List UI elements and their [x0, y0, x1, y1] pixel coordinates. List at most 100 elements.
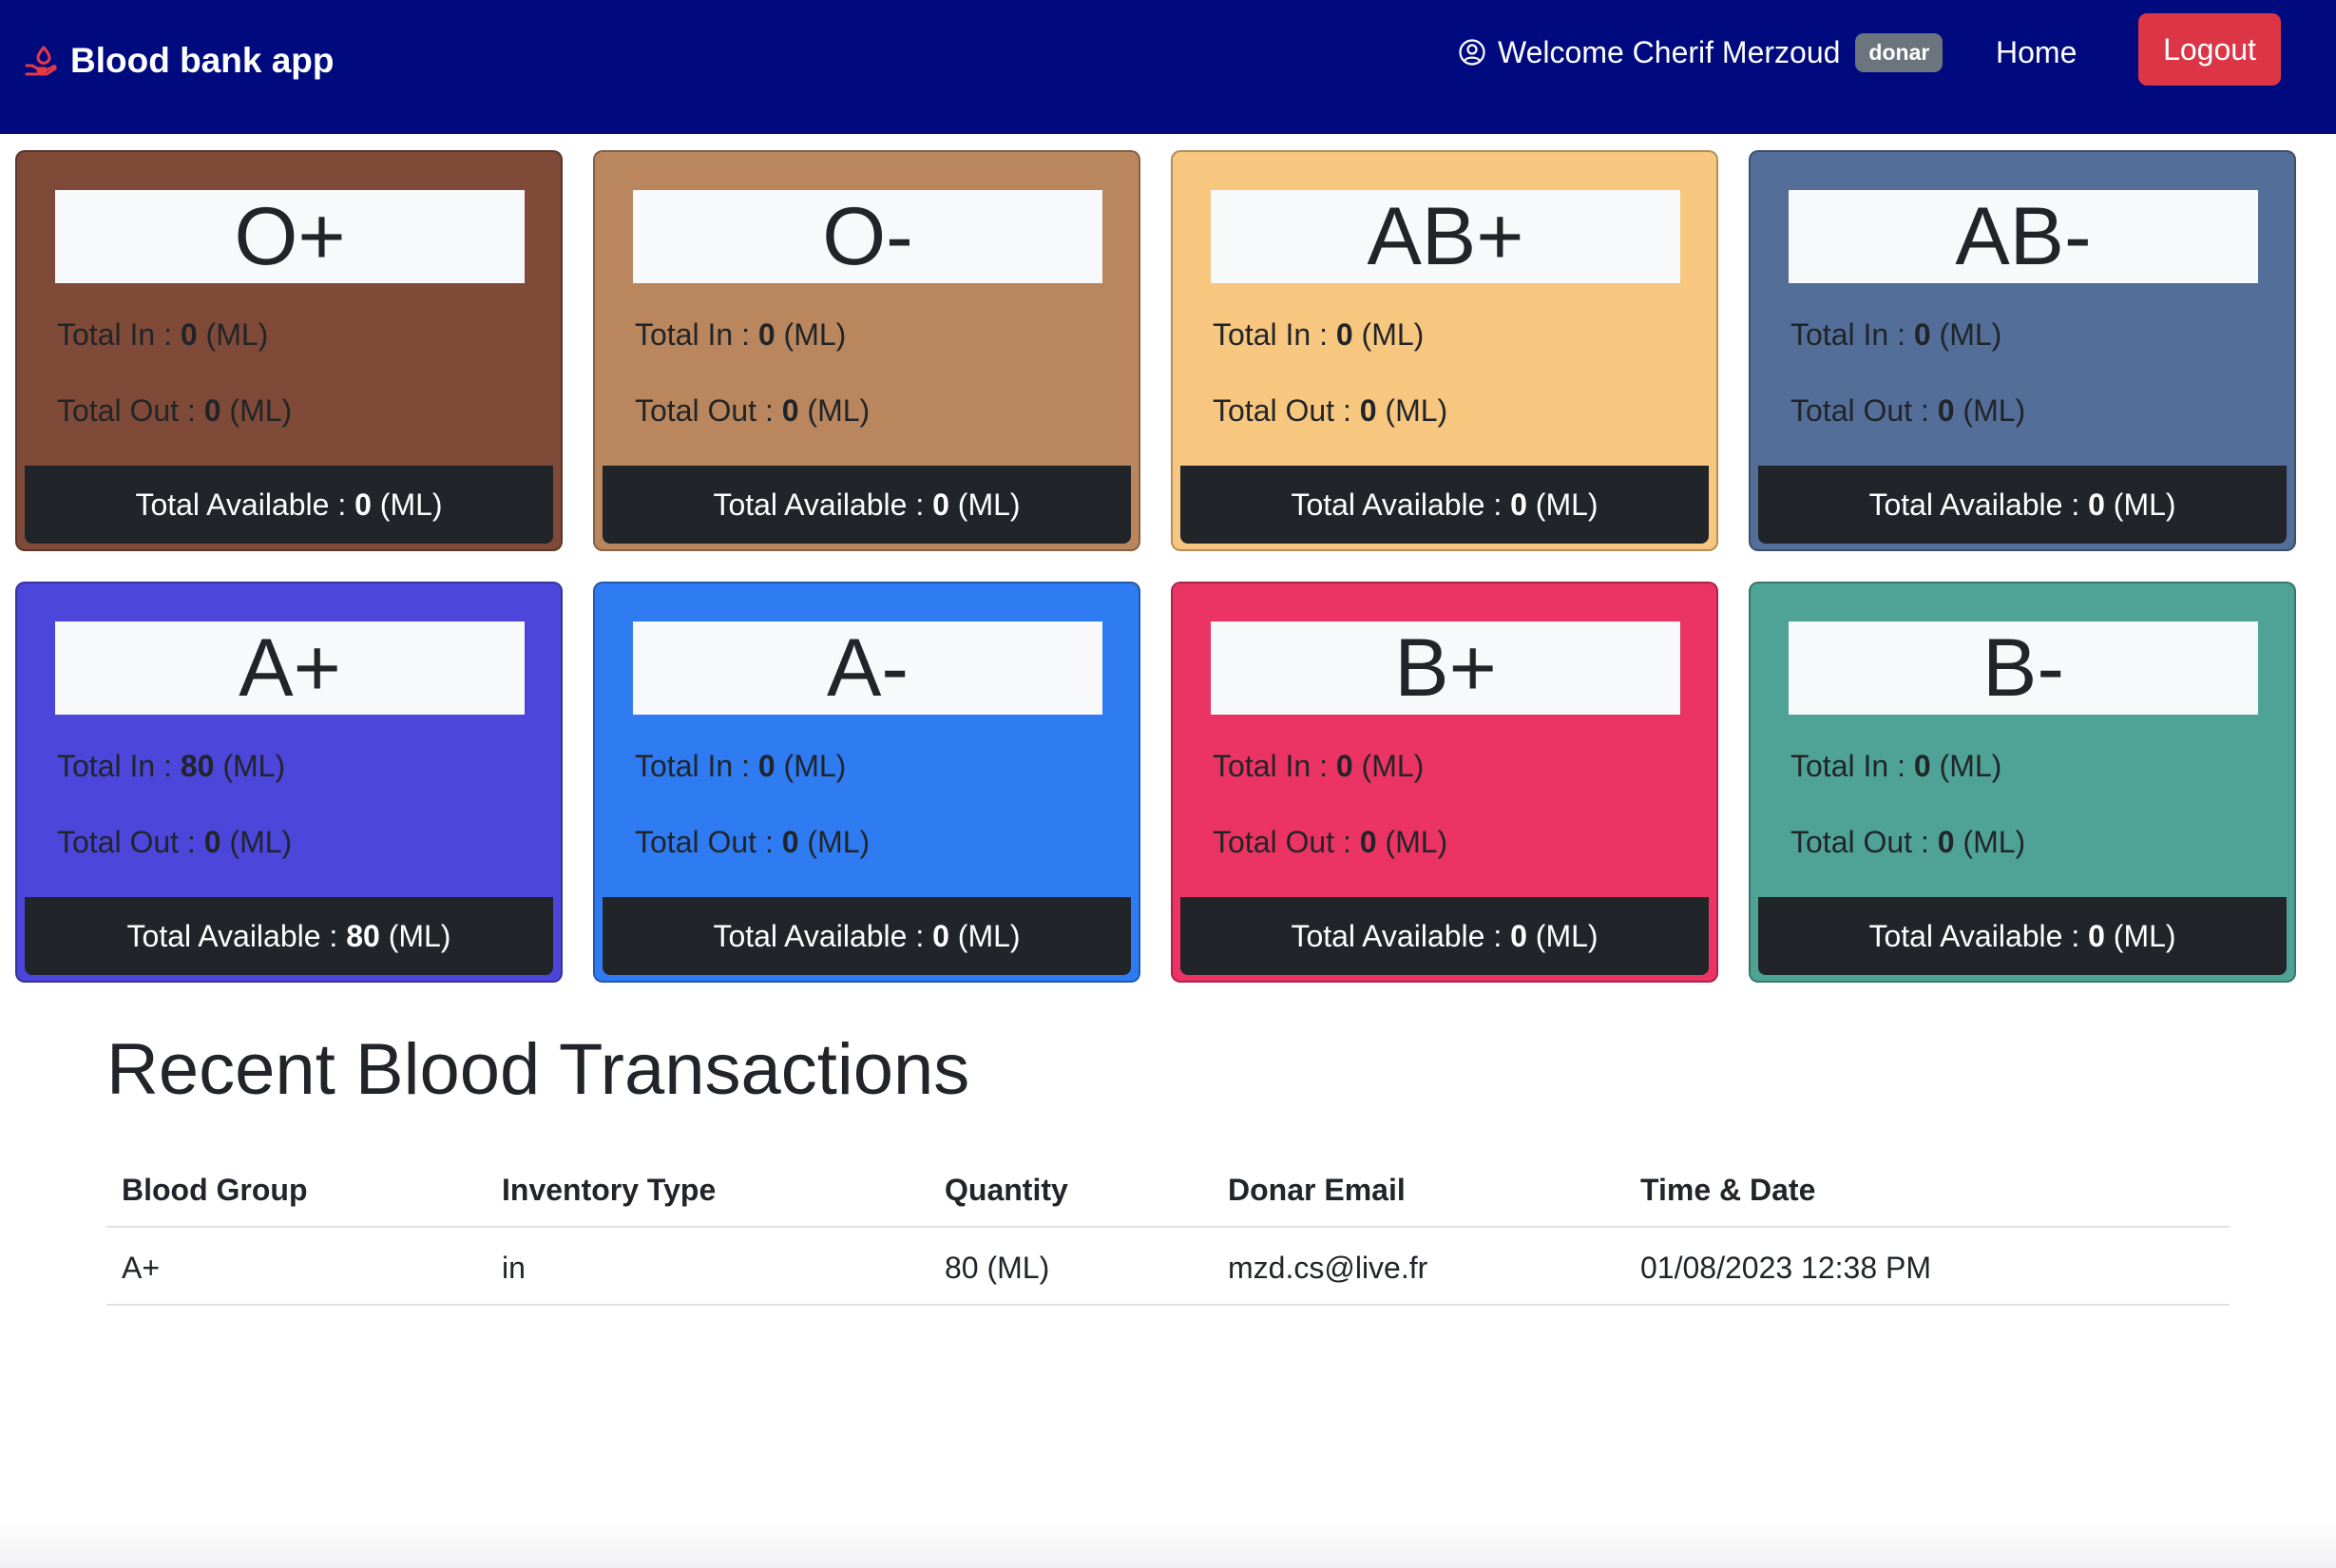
unit-label: (ML) [775, 317, 847, 352]
unit-label: (ML) [1376, 393, 1448, 428]
total-out: Total Out : 0 (ML) [1790, 393, 2025, 429]
total-in-label: Total In : [635, 317, 758, 352]
blood-group-card: B- Total In : 0 (ML) Total Out : 0 (ML) Tot… [1749, 582, 2296, 983]
nav-home-link[interactable]: Home [1996, 30, 2077, 74]
column-header: Inventory Type [502, 1173, 717, 1207]
blood-group-label: A+ [55, 621, 525, 715]
total-available-value: 0 [932, 487, 949, 522]
total-out-label: Total Out : [635, 393, 782, 428]
total-in-label: Total In : [635, 749, 758, 783]
total-in: Total In : 0 (ML) [635, 749, 846, 784]
welcome-user: Welcome Cherif Merzoud donar [1458, 30, 1943, 74]
blood-group-label: B- [1789, 621, 2258, 715]
column-header: Blood Group [122, 1173, 308, 1207]
total-out-label: Total Out : [57, 393, 204, 428]
unit-label: (ML) [1352, 749, 1425, 783]
total-in-value: 80 [180, 749, 215, 783]
total-in-label: Total In : [1213, 749, 1336, 783]
brand[interactable]: Blood bank app [25, 36, 335, 86]
total-in-value: 0 [180, 317, 198, 352]
total-in: Total In : 0 (ML) [1213, 317, 1424, 353]
blood-group-label: O+ [55, 190, 525, 283]
total-out-value: 0 [203, 825, 221, 859]
total-in-label: Total In : [1213, 317, 1336, 352]
unit-label: (ML) [197, 317, 269, 352]
total-out-label: Total Out : [1790, 393, 1938, 428]
total-available-label: Total Available : [713, 487, 933, 522]
total-out-label: Total Out : [1213, 825, 1360, 859]
transactions-table: Blood Group Inventory Type Quantity Dona… [106, 1159, 2230, 1306]
brand-title: Blood bank app [70, 41, 335, 80]
total-available-value: 0 [354, 487, 372, 522]
total-in-value: 0 [1913, 749, 1931, 783]
table-row: A+ in 80 (ML) mzd.cs@live.fr 01/08/2023 … [106, 1228, 2230, 1306]
total-available-value: 0 [932, 918, 949, 953]
table-cell-blood-group: A+ [122, 1251, 161, 1285]
total-available: Total Available : 0 (ML) [1758, 466, 2287, 544]
section-title: Recent Blood Transactions [106, 1029, 970, 1110]
total-out: Total Out : 0 (ML) [57, 825, 292, 860]
blood-group-label: A- [633, 621, 1102, 715]
total-available: Total Available : 0 (ML) [1180, 897, 1709, 975]
total-in-value: 0 [1335, 749, 1353, 783]
total-in-label: Total In : [57, 317, 181, 352]
total-in-value: 0 [757, 317, 775, 352]
unit-label: (ML) [220, 825, 293, 859]
total-in-label: Total In : [1790, 749, 1914, 783]
total-out: Total Out : 0 (ML) [1790, 825, 2025, 860]
total-out-value: 0 [1937, 825, 1955, 859]
total-in-value: 0 [1913, 317, 1931, 352]
total-out-label: Total Out : [57, 825, 204, 859]
total-available: Total Available : 80 (ML) [25, 897, 553, 975]
unit-label: (ML) [948, 487, 1021, 522]
table-cell-quantity: 80 (ML) [945, 1251, 1050, 1285]
total-available-value: 0 [2088, 918, 2105, 953]
total-in: Total In : 0 (ML) [1790, 749, 2001, 784]
table-cell-donar-email: mzd.cs@live.fr [1228, 1251, 1428, 1285]
page-bottom-edge [0, 1520, 2336, 1568]
total-available-label: Total Available : [126, 918, 347, 953]
total-in-value: 0 [1335, 317, 1353, 352]
total-available: Total Available : 0 (ML) [1758, 897, 2287, 975]
blood-group-card: O- Total In : 0 (ML) Total Out : 0 (ML) Tot… [593, 150, 1140, 551]
total-available: Total Available : 0 (ML) [603, 466, 1131, 544]
blood-group-card: A+ Total In : 80 (ML) Total Out : 0 (ML) To… [15, 582, 563, 983]
unit-label: (ML) [2104, 918, 2176, 953]
total-out-value: 0 [1937, 393, 1955, 428]
total-out-label: Total Out : [635, 825, 782, 859]
unit-label: (ML) [948, 918, 1021, 953]
unit-label: (ML) [1526, 487, 1599, 522]
column-header: Donar Email [1228, 1173, 1406, 1207]
unit-label: (ML) [2104, 487, 2176, 522]
total-out: Total Out : 0 (ML) [635, 825, 870, 860]
unit-label: (ML) [1930, 749, 2002, 783]
table-cell-time-date: 01/08/2023 12:38 PM [1640, 1251, 1932, 1285]
role-badge: donar [1855, 32, 1943, 72]
total-in: Total In : 0 (ML) [1790, 317, 2001, 353]
column-header: Time & Date [1640, 1173, 1816, 1207]
total-available: Total Available : 0 (ML) [603, 897, 1131, 975]
unit-label: (ML) [1526, 918, 1599, 953]
total-in-label: Total In : [57, 749, 181, 783]
table-cell-inventory-type: in [502, 1251, 526, 1285]
total-out: Total Out : 0 (ML) [1213, 825, 1447, 860]
unit-label: (ML) [798, 825, 871, 859]
unit-label: (ML) [1352, 317, 1425, 352]
blood-group-card: AB+ Total In : 0 (ML) Total Out : 0 (ML) To… [1171, 150, 1718, 551]
total-in: Total In : 80 (ML) [57, 749, 285, 784]
blood-group-label: B+ [1211, 621, 1680, 715]
total-in: Total In : 0 (ML) [57, 317, 268, 353]
total-out-value: 0 [781, 393, 799, 428]
total-in-value: 0 [757, 749, 775, 783]
blood-group-card: B+ Total In : 0 (ML) Total Out : 0 (ML) Tot… [1171, 582, 1718, 983]
total-available-label: Total Available : [1291, 487, 1511, 522]
total-available-label: Total Available : [713, 918, 933, 953]
unit-label: (ML) [1954, 393, 2026, 428]
unit-label: (ML) [1954, 825, 2026, 859]
total-out-label: Total Out : [1213, 393, 1360, 428]
logout-button[interactable]: Logout [2138, 13, 2281, 86]
total-available-value: 0 [1510, 487, 1527, 522]
total-out-value: 0 [781, 825, 799, 859]
blood-group-label: AB- [1789, 190, 2258, 283]
table-header-row: Blood Group Inventory Type Quantity Dona… [106, 1159, 2230, 1228]
